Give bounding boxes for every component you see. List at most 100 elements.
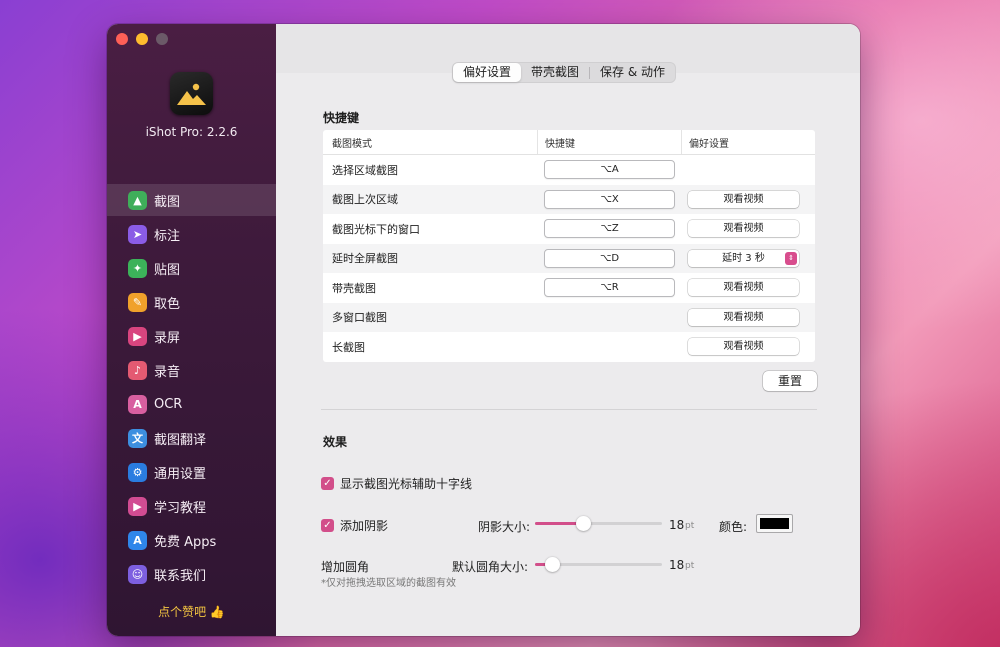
sidebar-item[interactable]: ➤ 标注 — [107, 218, 276, 250]
crosshair-label: 显示截图光标辅助十字线 — [340, 477, 473, 491]
window-controls — [116, 33, 168, 45]
sidebar-item[interactable]: ♪ 录音 — [107, 354, 276, 386]
watch-video-button[interactable]: 观看视频 — [688, 338, 799, 356]
zoom-window-button[interactable] — [156, 33, 168, 45]
column-header-preference: 偏好设置 — [681, 130, 815, 154]
shortcut-recorder-field[interactable]: ⌥R — [544, 278, 675, 298]
watch-video-button[interactable]: 观看视频 — [688, 308, 799, 326]
eyedropper-icon: ✎ — [128, 292, 147, 312]
tab-preferences[interactable]: 偏好设置 — [453, 63, 522, 82]
shortcut-cell — [537, 332, 681, 362]
sidebar-item-label: 通用设置 — [154, 466, 207, 482]
sidebar-item[interactable]: A 免费 Apps — [107, 524, 276, 556]
tab-bar: 偏好设置 带壳截图 保存 & 动作 — [452, 62, 677, 83]
table-row: 截图上次区域 ⌥X 观看视频 — [323, 184, 815, 215]
mode-cell: 选择区域截图 — [332, 163, 398, 177]
gear-icon: ⚙ — [128, 462, 147, 482]
app-logo-icon — [170, 72, 213, 115]
reset-button[interactable]: 重置 — [763, 371, 817, 391]
corner-size-slider[interactable] — [535, 557, 662, 573]
table-row: 延时全屏截图 ⌥D 延时 3 秒 ⇕ — [323, 243, 815, 274]
shortcuts-table: 截图模式 快捷键 偏好设置 选择区域截图 ⌥A 截图上次区域 ⌥X 观看视频 截图光标下的… — [323, 130, 815, 362]
sidebar-item[interactable]: ▶ 学习教程 — [107, 490, 276, 522]
pin-icon: ✦ — [128, 258, 147, 278]
close-window-button[interactable] — [116, 33, 128, 45]
sidebar-item-label: 截图翻译 — [154, 432, 207, 448]
shortcut-recorder-field[interactable]: ⌥D — [544, 248, 675, 268]
shadow-color-well[interactable] — [756, 514, 793, 533]
shortcut-cell: ⌥D — [537, 244, 681, 274]
cursor-arrow-icon: ➤ — [128, 224, 147, 244]
tab-device-frame[interactable]: 带壳截图 — [521, 63, 589, 82]
preference-cell: 观看视频 — [681, 214, 815, 244]
table-body: 选择区域截图 ⌥A 截图上次区域 ⌥X 观看视频 截图光标下的窗口 ⌥Z 观看视频 延时全屏截图… — [323, 155, 815, 362]
shortcut-cell: ⌥X — [537, 185, 681, 215]
sidebar-item-label: OCR — [154, 396, 183, 412]
watch-video-label: 观看视频 — [723, 341, 764, 353]
effects-section-title: 效果 — [323, 435, 348, 449]
sidebar-item[interactable]: ▶ 录屏 — [107, 320, 276, 352]
watch-video-label: 观看视频 — [723, 193, 764, 205]
mode-cell: 延时全屏截图 — [332, 252, 398, 266]
main-content: 偏好设置 带壳截图 保存 & 动作 快捷键 截图模式 快捷键 偏好设置 选择区域… — [276, 24, 860, 636]
microphone-icon: ♪ — [128, 360, 147, 380]
slider-knob[interactable] — [576, 516, 591, 531]
sidebar-item[interactable]: ▲ 截图 — [107, 184, 276, 216]
mode-cell: 长截图 — [332, 340, 365, 354]
sidebar-item[interactable]: ☺ 联系我们 — [107, 558, 276, 590]
corner-note: *仅对拖拽选取区域的截图有效 — [321, 578, 456, 589]
corner-size-label: 默认圆角大小: — [452, 560, 529, 574]
shadow-size-label: 阴影大小: — [478, 520, 531, 534]
shortcut-recorder-field[interactable]: ⌥A — [544, 160, 675, 180]
shadow-size-unit: pt — [685, 521, 695, 531]
preference-cell: 观看视频 — [681, 185, 815, 215]
table-row: 带壳截图 ⌥R 观看视频 — [323, 273, 815, 303]
preference-cell: 观看视频 — [681, 303, 815, 333]
watch-video-button[interactable]: 观看视频 — [688, 190, 799, 208]
watch-video-label: 观看视频 — [723, 311, 764, 323]
minimize-window-button[interactable] — [136, 33, 148, 45]
checkmark-icon: ✓ — [321, 477, 334, 490]
watch-video-button[interactable]: 观看视频 — [688, 279, 799, 297]
sidebar-item[interactable]: ✎ 取色 — [107, 286, 276, 318]
shortcut-recorder-field[interactable]: ⌥Z — [544, 219, 675, 239]
mode-cell: 截图上次区域 — [332, 193, 398, 207]
sidebar-item-label: 免费 Apps — [154, 534, 217, 550]
mode-cell: 多窗口截图 — [332, 311, 387, 325]
shortcut-recorder-field[interactable]: ⌥X — [544, 189, 675, 209]
watch-video-button[interactable]: 观看视频 — [688, 220, 799, 238]
watch-video-label: 观看视频 — [723, 282, 764, 294]
like-link[interactable]: 点个赞吧 👍 — [107, 603, 276, 620]
delay-select[interactable]: 延时 3 秒 ⇕ — [688, 249, 799, 267]
slider-knob[interactable] — [545, 557, 560, 572]
sidebar-item-label: 贴图 — [154, 262, 181, 278]
sidebar-item[interactable]: 文截图翻译 — [107, 422, 276, 454]
sidebar-item-label: 取色 — [154, 296, 181, 312]
corner-size-value: 18 — [669, 558, 685, 572]
sidebar-item-label: 学习教程 — [154, 500, 207, 516]
sidebar-item[interactable]: ✦ 贴图 — [107, 252, 276, 284]
shadow-size-value: 18 — [669, 518, 685, 532]
crosshair-checkbox[interactable]: ✓ 显示截图光标辅助十字线 — [321, 475, 472, 492]
contact-people-icon: ☺ — [128, 564, 147, 584]
sidebar-item[interactable]: ⚙ 通用设置 — [107, 456, 276, 488]
preference-cell: 延时 3 秒 ⇕ — [681, 244, 815, 274]
translate-icon: 文 — [128, 428, 147, 448]
color-swatch — [760, 518, 789, 529]
shadow-color-label: 颜色: — [719, 520, 748, 534]
shortcut-cell: ⌥A — [537, 155, 681, 185]
mode-cell: 带壳截图 — [332, 281, 376, 295]
shadow-checkbox[interactable]: ✓ 添加阴影 — [321, 517, 388, 534]
sidebar-item[interactable]: A OCR — [107, 388, 276, 420]
table-row: 长截图 观看视频 — [323, 332, 815, 362]
video-camera-icon: ▶ — [128, 326, 147, 346]
sidebar-item-label: 截图 — [154, 194, 181, 210]
shadow-size-slider[interactable] — [535, 516, 662, 532]
shortcut-cell: ⌥R — [537, 273, 681, 303]
ishot-preferences-window: iShot Pro: 2.2.6 ▲ 截图 ➤ 标注 ✦ 贴图 ✎ 取色 ▶ 录屏 ♪ 录音 A OCR 文… — [107, 24, 860, 636]
table-row: 多窗口截图 观看视频 — [323, 302, 815, 333]
shortcut-cell: ⌥Z — [537, 214, 681, 244]
table-row: 选择区域截图 ⌥A — [323, 155, 815, 185]
tab-save-actions[interactable]: 保存 & 动作 — [590, 63, 675, 82]
sidebar-item-label: 录屏 — [154, 330, 181, 346]
